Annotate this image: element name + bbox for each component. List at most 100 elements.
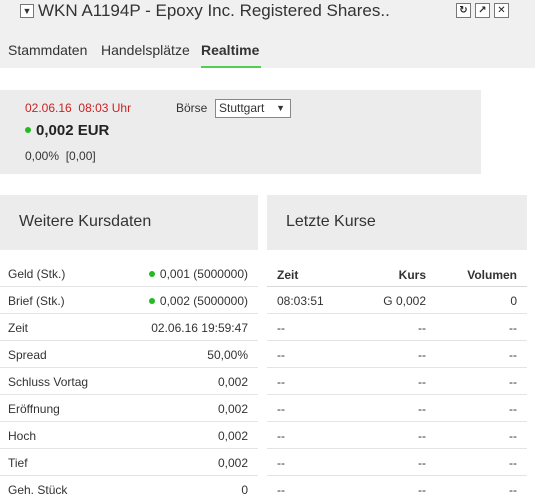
dropdown-arrow-icon: ▼ <box>276 103 285 113</box>
active-tab-indicator <box>201 66 261 68</box>
kursdaten-label: Spread <box>8 348 47 362</box>
kursdaten-value-cell: 0,002 <box>218 429 248 443</box>
letzte-kurse-row: -- -- -- <box>267 395 527 422</box>
volumen-cell: -- <box>509 429 517 443</box>
tab-handelsplaetze[interactable]: Handelsplätze <box>101 42 190 58</box>
kursdaten-value: 0,002 <box>217 456 248 470</box>
volumen-cell: 0 <box>510 294 517 308</box>
window-controls: ↻ ↗ ✕ <box>456 3 509 18</box>
kursdaten-value: 02.06.16 19:59:47 <box>151 321 248 335</box>
kursdaten-row: Spread 50,00% <box>0 341 258 368</box>
kursdaten-value-cell: 02.06.16 19:59:47 <box>151 321 248 335</box>
letzte-kurse-row: 08:03:51 G 0,002 0 <box>267 287 527 314</box>
kursdaten-value: 0,002 <box>217 375 248 389</box>
quote-box: 02.06.16 08:03 Uhr 0,002 EUR 0,00% [0,00… <box>0 90 481 174</box>
zeit-cell: -- <box>277 483 285 497</box>
kursdaten-label: Brief (Stk.) <box>8 294 65 308</box>
zeit-cell: -- <box>277 375 285 389</box>
window-title: WKN A1194P - Epoxy Inc. Registered Share… <box>38 1 390 20</box>
kursdaten-label: Tief <box>8 456 28 470</box>
kursdaten-label: Hoch <box>8 429 37 443</box>
kursdaten-label: Schluss Vortag <box>8 375 89 389</box>
letzte-kurse-row: -- -- -- <box>267 476 527 500</box>
letzte-kurse-row: -- -- -- <box>267 422 527 449</box>
volumen-cell: -- <box>509 348 517 362</box>
kurs-cell: -- <box>418 321 426 335</box>
quote-time: 08:03 Uhr <box>78 101 132 115</box>
kursdaten-row: Tief 0,002 <box>0 449 258 476</box>
kursdaten-value-cell: 0,002 <box>218 375 248 389</box>
kursdaten-value: 0,002 (5000000) <box>159 294 248 308</box>
kursdaten-value: 0,002 <box>217 429 248 443</box>
status-dot-icon <box>148 270 155 277</box>
volumen-cell: -- <box>509 483 517 497</box>
kursdaten-row: Geh. Stück 0 <box>0 476 258 500</box>
kursdaten-label: Eröffnung <box>8 402 60 416</box>
kurs-cell: -- <box>418 402 426 416</box>
kursdaten-row: Schluss Vortag 0,002 <box>0 368 258 395</box>
letzte-kurse-row: -- -- -- <box>267 368 527 395</box>
kursdaten-value-cell: 0,001 (5000000) <box>148 267 248 281</box>
weitere-kursdaten-header: Weitere Kursdaten <box>0 195 258 250</box>
kurs-cell: -- <box>418 348 426 362</box>
kursdaten-value-cell: 0 <box>241 483 248 497</box>
kurs-cell: -- <box>418 456 426 470</box>
refresh-icon[interactable]: ↻ <box>456 3 471 18</box>
kursdaten-label: Geld (Stk.) <box>8 267 66 281</box>
kursdaten-label: Geh. Stück <box>8 483 68 497</box>
zeit-cell: -- <box>277 456 285 470</box>
kursdaten-value-cell: 0,002 (5000000) <box>148 294 248 308</box>
kursdaten-value: 50,00% <box>207 348 248 362</box>
kursdaten-value-cell: 0,002 <box>218 402 248 416</box>
quote-change-absolute: [0,00] <box>65 149 96 163</box>
kurs-cell: -- <box>418 483 426 497</box>
status-dot-icon <box>148 297 155 304</box>
kursdaten-value: 0,001 (5000000) <box>159 267 248 281</box>
kurs-cell: G 0,002 <box>383 294 426 308</box>
letzte-kurse-header: Letzte Kurse <box>267 195 527 250</box>
quote-date: 02.06.16 <box>25 101 72 115</box>
letzte-kurse-row: -- -- -- <box>267 341 527 368</box>
status-dot-icon <box>25 127 31 134</box>
exchange-label: Börse <box>176 101 208 115</box>
column-header-kurs: Kurs <box>398 268 426 282</box>
zeit-cell: -- <box>277 321 285 335</box>
volumen-cell: -- <box>509 402 517 416</box>
kurs-cell: -- <box>418 429 426 443</box>
letzte-kurse-title: Letzte Kurse <box>286 213 376 230</box>
kursdaten-value-cell: 0,002 <box>218 456 248 470</box>
quote-timestamp: 02.06.16 08:03 Uhr <box>25 101 131 115</box>
quote-price-value: 0,002 EUR <box>36 122 110 139</box>
header: ▼ WKN A1194P - Epoxy Inc. Registered Sha… <box>0 0 535 68</box>
column-header-zeit: Zeit <box>277 268 299 282</box>
weitere-kursdaten-title: Weitere Kursdaten <box>19 213 152 230</box>
column-header-volumen: Volumen <box>467 268 517 282</box>
title-bar: ▼ WKN A1194P - Epoxy Inc. Registered Sha… <box>0 0 535 24</box>
tab-realtime[interactable]: Realtime <box>201 42 259 58</box>
kursdaten-row: Eröffnung 0,002 <box>0 395 258 422</box>
kurs-cell: -- <box>418 375 426 389</box>
kursdaten-row: Geld (Stk.) 0,001 (5000000) <box>0 260 258 287</box>
exchange-select-value: Stuttgart <box>219 101 265 115</box>
volumen-cell: -- <box>509 456 517 470</box>
collapse-toggle-icon[interactable]: ▼ <box>20 4 34 18</box>
exchange-select[interactable]: Stuttgart ▼ <box>215 99 291 118</box>
tab-stammdaten[interactable]: Stammdaten <box>8 42 87 58</box>
close-icon[interactable]: ✕ <box>494 3 509 18</box>
zeit-cell: -- <box>277 402 285 416</box>
letzte-kurse-row: -- -- -- <box>267 314 527 341</box>
quote-change: 0,00% [0,00] <box>25 149 96 163</box>
zeit-cell: -- <box>277 348 285 362</box>
zeit-cell: 08:03:51 <box>277 294 324 308</box>
kursdaten-row: Brief (Stk.) 0,002 (5000000) <box>0 287 258 314</box>
kursdaten-label: Zeit <box>8 321 29 335</box>
kursdaten-row: Hoch 0,002 <box>0 422 258 449</box>
zeit-cell: -- <box>277 429 285 443</box>
kursdaten-value-cell: 50,00% <box>207 348 248 362</box>
letzte-kurse-row: -- -- -- <box>267 449 527 476</box>
kursdaten-value: 0,002 <box>217 402 248 416</box>
kursdaten-value: 0 <box>241 483 248 497</box>
kursdaten-row: Zeit 02.06.16 19:59:47 <box>0 314 258 341</box>
quote-change-percent: 0,00% <box>25 149 60 163</box>
popout-icon[interactable]: ↗ <box>475 3 490 18</box>
